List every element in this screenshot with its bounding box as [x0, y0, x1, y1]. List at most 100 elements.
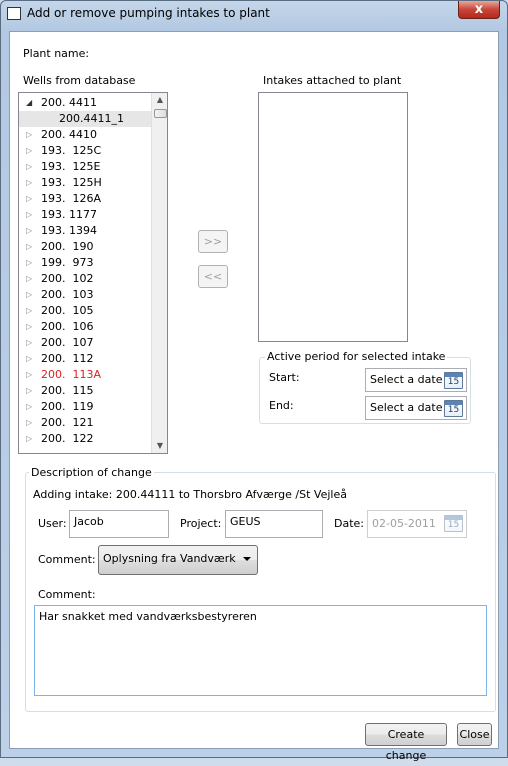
- tree-item[interactable]: ▷ 200. 122: [19, 431, 151, 447]
- window-title: Add or remove pumping intakes to plant: [27, 6, 270, 20]
- tree-item[interactable]: ▷ 200. 105: [19, 303, 151, 319]
- tree-item[interactable]: ▷ 200. 102: [19, 271, 151, 287]
- user-field[interactable]: Jacob: [69, 510, 169, 538]
- change-date-value: 02-05-2011: [372, 517, 436, 530]
- start-date-picker[interactable]: Select a date 15: [365, 368, 467, 392]
- change-date-picker[interactable]: 02-05-2011 15: [367, 510, 467, 538]
- close-button[interactable]: Close: [457, 723, 492, 746]
- collapsed-arrow-icon[interactable]: ▷: [26, 255, 32, 271]
- collapsed-arrow-icon[interactable]: ▷: [26, 191, 32, 207]
- collapsed-arrow-icon[interactable]: ▷: [26, 223, 32, 239]
- comment-label: Comment:: [38, 588, 96, 601]
- collapsed-arrow-icon[interactable]: ▷: [26, 239, 32, 255]
- tree-item-label: 193. 125H: [41, 176, 102, 189]
- collapsed-arrow-icon[interactable]: ▷: [26, 143, 32, 159]
- tree-item[interactable]: ▷ 200. 107: [19, 335, 151, 351]
- wells-label: Wells from database: [23, 74, 136, 87]
- tree-item-label: 200. 4410: [41, 128, 97, 141]
- comment-textarea[interactable]: Har snakket med vandværksbestyreren: [34, 605, 487, 696]
- collapsed-arrow-icon[interactable]: ▷: [26, 287, 32, 303]
- tree-item-label: 200. 112: [41, 352, 94, 365]
- window-close-button[interactable]: x: [458, 1, 500, 19]
- tree-item-label: 200. 4411: [41, 96, 97, 109]
- tree-item-label: 200. 103: [41, 288, 94, 301]
- collapsed-arrow-icon[interactable]: ▷: [26, 127, 32, 143]
- change-summary: Adding intake: 200.44111 to Thorsbro Afv…: [33, 488, 347, 501]
- tree-item-label: 200. 190: [41, 240, 94, 253]
- tree-item-label: 200. 121: [41, 416, 94, 429]
- tree-item[interactable]: ▷ 193. 126A: [19, 191, 151, 207]
- calendar-icon[interactable]: 15: [444, 515, 463, 532]
- tree-item[interactable]: ▷ 200. 115: [19, 383, 151, 399]
- intakes-label: Intakes attached to plant: [263, 74, 402, 87]
- tree-item[interactable]: 200.4411_1: [19, 111, 151, 127]
- tree-item[interactable]: ▷ 193. 125C: [19, 143, 151, 159]
- wells-tree[interactable]: ◢ 200. 4411 200.4411_1 ▷ 200. 4410 ▷ 193. 125C…: [18, 92, 168, 454]
- remove-intake-button[interactable]: <<: [198, 265, 228, 288]
- collapsed-arrow-icon[interactable]: ▷: [26, 335, 32, 351]
- tree-item[interactable]: ▷ 200. 121: [19, 415, 151, 431]
- date-label: Date:: [334, 517, 364, 530]
- collapsed-arrow-icon[interactable]: ▷: [26, 159, 32, 175]
- tree-item-label: 200. 107: [41, 336, 94, 349]
- title-bar: Add or remove pumping intakes to plant x: [1, 1, 507, 27]
- collapsed-arrow-icon[interactable]: ▷: [26, 399, 32, 415]
- tree-item[interactable]: ▷ 200. 119: [19, 399, 151, 415]
- comment-combo[interactable]: Oplysning fra Vandværk: [98, 545, 258, 575]
- collapsed-arrow-icon[interactable]: ▷: [26, 383, 32, 399]
- project-field[interactable]: GEUS: [225, 510, 323, 538]
- wells-scrollbar[interactable]: ▲ ▼: [151, 93, 167, 453]
- calendar-icon[interactable]: 15: [444, 372, 463, 389]
- tree-item-label: 200. 102: [41, 272, 94, 285]
- collapsed-arrow-icon[interactable]: ▷: [26, 415, 32, 431]
- tree-item-label: 193. 1177: [41, 208, 97, 221]
- expanded-arrow-icon[interactable]: ◢: [26, 95, 32, 111]
- tree-item-label: 200.4411_1: [59, 112, 124, 125]
- calendar-icon[interactable]: 15: [444, 400, 463, 417]
- collapsed-arrow-icon[interactable]: ▷: [26, 207, 32, 223]
- tree-item-label: 200. 115: [41, 384, 94, 397]
- collapsed-arrow-icon[interactable]: ▷: [26, 303, 32, 319]
- tree-item-label: 193. 125E: [41, 160, 101, 173]
- scroll-thumb[interactable]: [154, 109, 167, 118]
- window-icon: [7, 7, 21, 20]
- collapsed-arrow-icon[interactable]: ▷: [26, 351, 32, 367]
- collapsed-arrow-icon[interactable]: ▷: [26, 431, 32, 447]
- add-intake-button[interactable]: >>: [198, 230, 228, 253]
- tree-item[interactable]: ▷ 193. 125E: [19, 159, 151, 175]
- project-value: GEUS: [230, 515, 261, 528]
- tree-item-label: 200. 113A: [41, 368, 102, 381]
- tree-item[interactable]: ▷ 200. 112: [19, 351, 151, 367]
- tree-item[interactable]: ▷ 200. 4410: [19, 127, 151, 143]
- collapsed-arrow-icon[interactable]: ▷: [26, 271, 32, 287]
- tree-item[interactable]: ▷ 200. 103: [19, 287, 151, 303]
- collapsed-arrow-icon[interactable]: ▷: [26, 319, 32, 335]
- tree-item[interactable]: ▷ 199. 973: [19, 255, 151, 271]
- tree-item-label: 200. 119: [41, 400, 94, 413]
- attached-intakes-list[interactable]: [258, 92, 408, 342]
- tree-item[interactable]: ▷ 200. 113A: [19, 367, 151, 383]
- tree-item-label: 200. 105: [41, 304, 94, 317]
- create-change-button[interactable]: Create change: [365, 723, 447, 762]
- tree-item-label: 200. 122: [41, 432, 94, 445]
- tree-item-label: 193. 1394: [41, 224, 97, 237]
- end-label: End:: [269, 399, 294, 412]
- project-label: Project:: [180, 517, 222, 530]
- scroll-up-icon[interactable]: ▲: [152, 93, 167, 107]
- description-title: Description of change: [29, 466, 154, 479]
- tree-item[interactable]: ▷ 193. 125H: [19, 175, 151, 191]
- tree-item-label: 193. 125C: [41, 144, 102, 157]
- scroll-down-icon[interactable]: ▼: [152, 439, 167, 453]
- collapsed-arrow-icon[interactable]: ▷: [26, 367, 32, 383]
- tree-item[interactable]: ▷ 193. 1177: [19, 207, 151, 223]
- comment-combo-label: Comment:: [38, 553, 96, 566]
- tree-item[interactable]: ▷ 200. 106: [19, 319, 151, 335]
- collapsed-arrow-icon[interactable]: ▷: [26, 175, 32, 191]
- comment-text: Har snakket med vandværksbestyreren: [39, 610, 257, 623]
- tree-item[interactable]: ▷ 193. 1394: [19, 223, 151, 239]
- tree-item[interactable]: ▷ 200. 190: [19, 239, 151, 255]
- user-value: Jacob: [74, 515, 104, 528]
- end-date-placeholder: Select a date: [370, 401, 443, 414]
- end-date-picker[interactable]: Select a date 15: [365, 396, 467, 420]
- tree-item[interactable]: ◢ 200. 4411: [19, 95, 151, 111]
